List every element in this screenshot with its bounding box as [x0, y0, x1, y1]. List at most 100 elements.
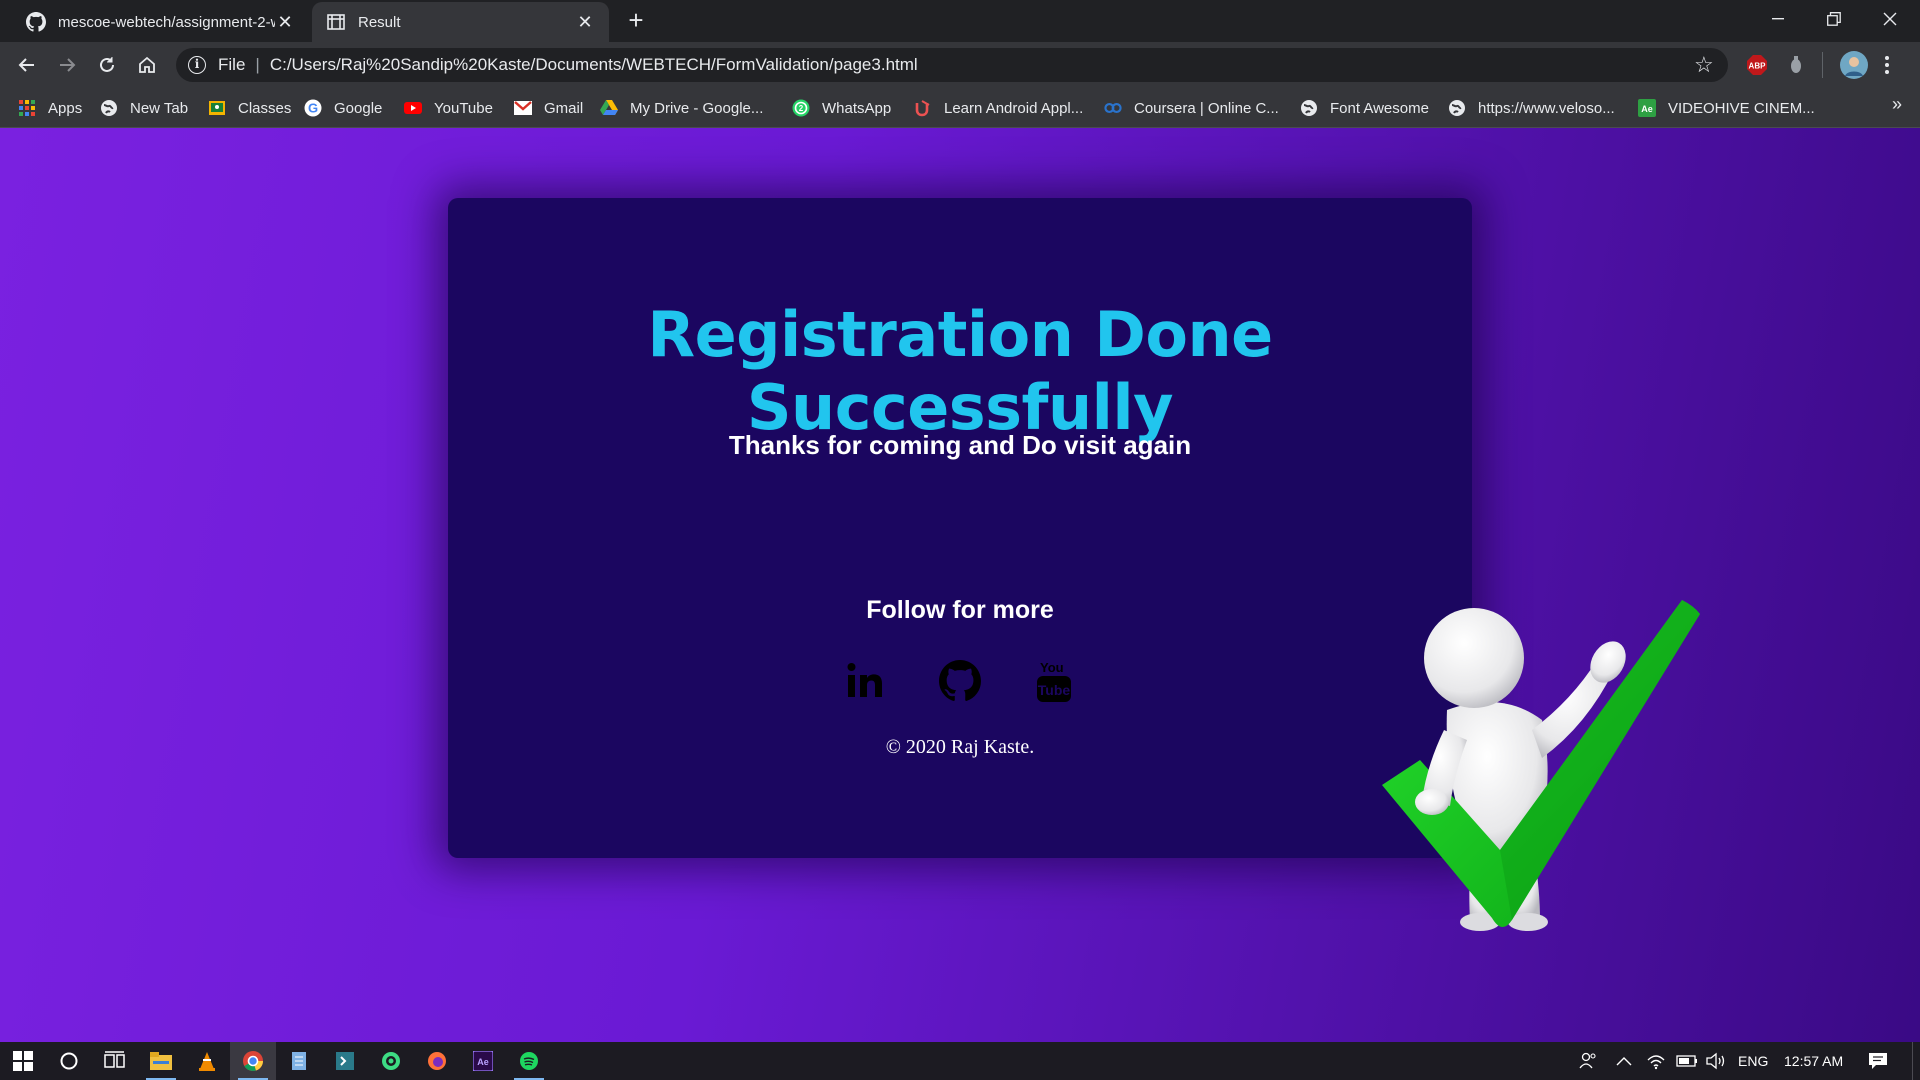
wifi-icon[interactable]	[1646, 1042, 1666, 1080]
address-bar[interactable]: i File | C:/Users/Raj%20Sandip%20Kaste/D…	[176, 48, 1728, 82]
linkedin-icon[interactable]	[843, 658, 889, 704]
drive-icon	[600, 99, 618, 117]
tab-result[interactable]: Result ✕	[312, 2, 609, 42]
apps-grid-icon	[18, 99, 36, 117]
bookmark-youtube[interactable]: YouTube	[404, 96, 493, 120]
bookmark-label: WhatsApp	[822, 99, 892, 117]
bookmark-label: Gmail	[544, 99, 584, 117]
coursera-icon	[1104, 99, 1122, 117]
tab-github[interactable]: mescoe-webtech/assignment-2-w ✕	[12, 2, 309, 42]
close-window-icon[interactable]	[1862, 0, 1918, 38]
follow-heading: Follow for more	[866, 596, 1054, 624]
show-desktop-button[interactable]	[1912, 1042, 1913, 1080]
avatar[interactable]	[1840, 51, 1868, 84]
thanks-message: Thanks for coming and Do visit again	[728, 430, 1192, 460]
task-view-icon[interactable]	[92, 1042, 138, 1080]
notepad-icon[interactable]	[276, 1042, 322, 1080]
udemy-icon	[914, 99, 932, 117]
extension-icon[interactable]	[1786, 54, 1806, 81]
bookmark-veloso[interactable]: https://www.veloso...	[1448, 96, 1615, 120]
extension-label: ABP	[1749, 62, 1767, 71]
bookmarks-bar: Apps New Tab Classes G Google YouTube Gm…	[0, 88, 1920, 128]
bookmark-whatsapp[interactable]: 2 WhatsApp	[792, 96, 891, 120]
bookmark-new-tab[interactable]: New Tab	[100, 96, 188, 120]
bookmark-videohive[interactable]: Ae VIDEOHIVE CINEM...	[1638, 96, 1815, 120]
page-title: Registration Done Successfully	[647, 298, 1273, 444]
language-indicator[interactable]: ENG	[1738, 1042, 1768, 1080]
back-arrow-icon[interactable]	[12, 50, 42, 80]
classroom-icon	[208, 99, 226, 117]
bookmark-label: Font Awesome	[1330, 99, 1429, 117]
info-icon[interactable]: i	[188, 56, 206, 74]
bookmark-label: YouTube	[434, 99, 493, 117]
social-links: You Tube	[448, 658, 1472, 704]
after-effects-icon: Ae	[1638, 99, 1656, 117]
bookmark-label: Classes	[238, 99, 292, 117]
bookmark-label: New Tab	[130, 99, 189, 117]
tab-title: Result	[358, 13, 401, 31]
adblock-plus-icon[interactable]: ABP	[1746, 54, 1768, 81]
bookmarks-overflow-button[interactable]: »	[1892, 94, 1902, 115]
bookmark-label: VIDEOHIVE CINEM...	[1668, 99, 1815, 117]
minimize-icon[interactable]	[1750, 0, 1806, 38]
bookmark-label: Google	[334, 99, 383, 117]
svg-text:You: You	[1040, 660, 1064, 675]
page-viewport: Registration Done Successfully Thanks fo…	[0, 128, 1920, 1042]
copyright-text: © 2020 Raj Kaste.	[885, 736, 1035, 758]
tab-title: mescoe-webtech/assignment-2-w	[58, 13, 275, 31]
google-icon: G	[304, 99, 322, 117]
svg-text:Ae: Ae	[477, 1057, 489, 1067]
people-icon[interactable]	[1578, 1042, 1598, 1080]
github-icon[interactable]	[937, 658, 983, 704]
bookmark-classes[interactable]: Classes	[208, 96, 291, 120]
spotify-icon[interactable]	[506, 1042, 552, 1080]
bookmark-label: Learn Android Appl...	[944, 99, 1084, 117]
android-studio-icon[interactable]	[368, 1042, 414, 1080]
youtube-icon	[404, 99, 422, 117]
battery-icon[interactable]	[1676, 1042, 1698, 1080]
result-card: Registration Done Successfully Thanks fo…	[448, 198, 1472, 858]
chevron-up-icon[interactable]	[1616, 1042, 1632, 1080]
home-icon[interactable]	[132, 50, 162, 80]
cortana-search-icon[interactable]	[46, 1042, 92, 1080]
close-tab-icon[interactable]: ✕	[275, 12, 295, 32]
gmail-icon	[514, 99, 532, 117]
file-explorer-icon[interactable]	[138, 1042, 184, 1080]
toolbar-divider	[1822, 52, 1823, 78]
firefox-icon[interactable]	[414, 1042, 460, 1080]
volume-icon[interactable]	[1706, 1042, 1728, 1080]
menu-kebab-icon[interactable]	[1884, 54, 1890, 81]
address-url[interactable]: C:/Users/Raj%20Sandip%20Kaste/Documents/…	[270, 55, 918, 75]
bookmark-coursera[interactable]: Coursera | Online C...	[1104, 96, 1279, 120]
bookmark-label: My Drive - Google...	[630, 99, 764, 117]
vlc-icon[interactable]	[184, 1042, 230, 1080]
bookmark-label: https://www.veloso...	[1478, 99, 1615, 117]
bookmark-label: Apps	[48, 99, 83, 117]
bookmark-learn-android[interactable]: Learn Android Appl...	[914, 96, 1083, 120]
notifications-icon[interactable]	[1868, 1042, 1888, 1080]
tab-strip: mescoe-webtech/assignment-2-w ✕ Result ✕…	[0, 0, 1920, 42]
code-editor-icon[interactable]	[322, 1042, 368, 1080]
clock[interactable]: 12:57 AM	[1784, 1042, 1843, 1080]
chrome-icon[interactable]	[230, 1042, 276, 1080]
bookmark-star-icon[interactable]: ☆	[1694, 54, 1716, 76]
success-checkmark-figure	[1382, 600, 1700, 931]
restore-icon[interactable]	[1806, 0, 1862, 38]
address-separator: |	[255, 55, 260, 74]
bookmark-apps[interactable]: Apps	[18, 96, 82, 120]
after-effects-app-icon[interactable]: Ae	[460, 1042, 506, 1080]
bookmark-font-awesome[interactable]: Font Awesome	[1300, 96, 1429, 120]
bookmark-label: Coursera | Online C...	[1134, 99, 1279, 117]
forward-arrow-icon[interactable]	[52, 50, 82, 80]
bookmark-gmail[interactable]: Gmail	[514, 96, 583, 120]
svg-text:2: 2	[799, 104, 804, 113]
youtube-icon[interactable]: You Tube	[1031, 658, 1077, 704]
windows-start-icon[interactable]	[0, 1042, 46, 1080]
new-tab-button[interactable]: +	[622, 6, 650, 34]
svg-text:Tube: Tube	[1038, 682, 1071, 698]
reload-icon[interactable]	[92, 50, 122, 80]
windows-taskbar: Ae ENG 12:57 AM	[0, 1042, 1920, 1080]
bookmark-google[interactable]: G Google	[304, 96, 382, 120]
close-tab-icon[interactable]: ✕	[575, 12, 595, 32]
bookmark-drive[interactable]: My Drive - Google...	[600, 96, 763, 120]
